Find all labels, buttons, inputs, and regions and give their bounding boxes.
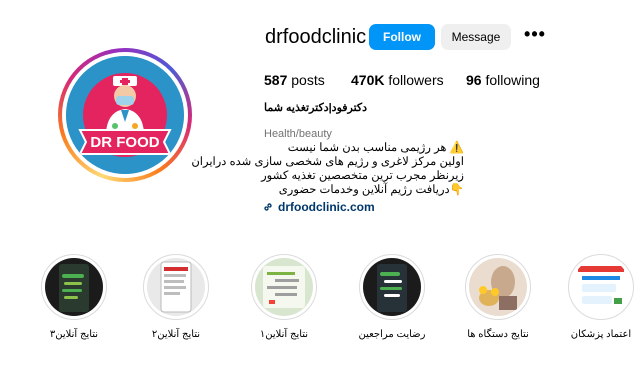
highlight-label: نتایج آنلاین۱: [259, 329, 309, 340]
highlight-item[interactable]: نتایج آنلاین۳: [35, 254, 113, 340]
avatar[interactable]: DR FOOD: [66, 56, 184, 174]
bio-text: ⚠️ هر رژیمی مناسب بدن شما نیست اولین مرک…: [191, 141, 464, 197]
highlight-item[interactable]: اعتماد پزشکان: [562, 254, 640, 340]
display-name: دکترفود|دکترتغذیه شما: [264, 102, 368, 114]
username: drfoodclinic: [265, 26, 367, 48]
highlight-thumbnail: [572, 258, 630, 316]
highlight-label: رضایت مراجعین: [358, 329, 426, 340]
logo-text: DR FOOD: [90, 134, 159, 151]
followers-stat[interactable]: 470K followers: [351, 72, 444, 88]
follow-button[interactable]: Follow: [369, 24, 435, 50]
followers-label: followers: [388, 72, 444, 88]
highlight-item[interactable]: رضایت مراجعین: [353, 254, 431, 340]
bio-line: اولین مرکز لاغری و رژیم های شخصی سازی شد…: [191, 156, 464, 168]
highlight-label: نتایج آنلاین۲: [151, 329, 201, 340]
highlight-ring: [251, 254, 317, 320]
dr-food-logo: DR FOOD: [66, 56, 184, 174]
highlight-item[interactable]: نتایج دستگاه ها: [459, 254, 537, 340]
highlight-thumbnail: [45, 258, 103, 316]
following-stat[interactable]: 96 following: [466, 72, 540, 88]
following-label: following: [485, 72, 540, 88]
bio-line: 👇دریافت رژیم آنلاین وخدمات حضوری: [278, 184, 464, 196]
following-count: 96: [466, 72, 482, 88]
highlight-ring: [465, 254, 531, 320]
highlight-thumbnail: [147, 258, 205, 316]
highlight-ring: [568, 254, 634, 320]
highlight-label: اعتماد پزشکان: [570, 329, 632, 340]
link-icon: [264, 203, 272, 211]
highlight-thumbnail: [255, 258, 313, 316]
highlight-item[interactable]: نتایج آنلاین۱: [245, 254, 323, 340]
posts-count: 587: [264, 72, 288, 88]
highlight-label: نتایج آنلاین۳: [49, 329, 99, 340]
highlight-thumbnail: [363, 258, 421, 316]
highlight-ring: [359, 254, 425, 320]
bio-line: ⚠️ هر رژیمی مناسب بدن شما نیست: [287, 142, 464, 154]
highlight-ring: [41, 254, 107, 320]
highlight-thumbnail: [469, 258, 527, 316]
more-options-icon[interactable]: •••: [524, 25, 546, 47]
website-text: drfoodclinic.com: [278, 200, 375, 214]
bio-line: زیرنظر مجرب ترین متخصصین تغذیه کشور: [261, 170, 464, 182]
posts-stat: 587 posts: [264, 72, 325, 88]
highlight-label: نتایج دستگاه ها: [467, 329, 529, 340]
website-link[interactable]: drfoodclinic.com: [262, 200, 375, 214]
highlight-ring: [143, 254, 209, 320]
posts-label: posts: [291, 72, 325, 88]
category-label: Health/beauty: [264, 128, 332, 140]
message-button[interactable]: Message: [441, 24, 511, 50]
followers-count: 470K: [351, 72, 385, 88]
highlight-item[interactable]: نتایج آنلاین۲: [137, 254, 215, 340]
